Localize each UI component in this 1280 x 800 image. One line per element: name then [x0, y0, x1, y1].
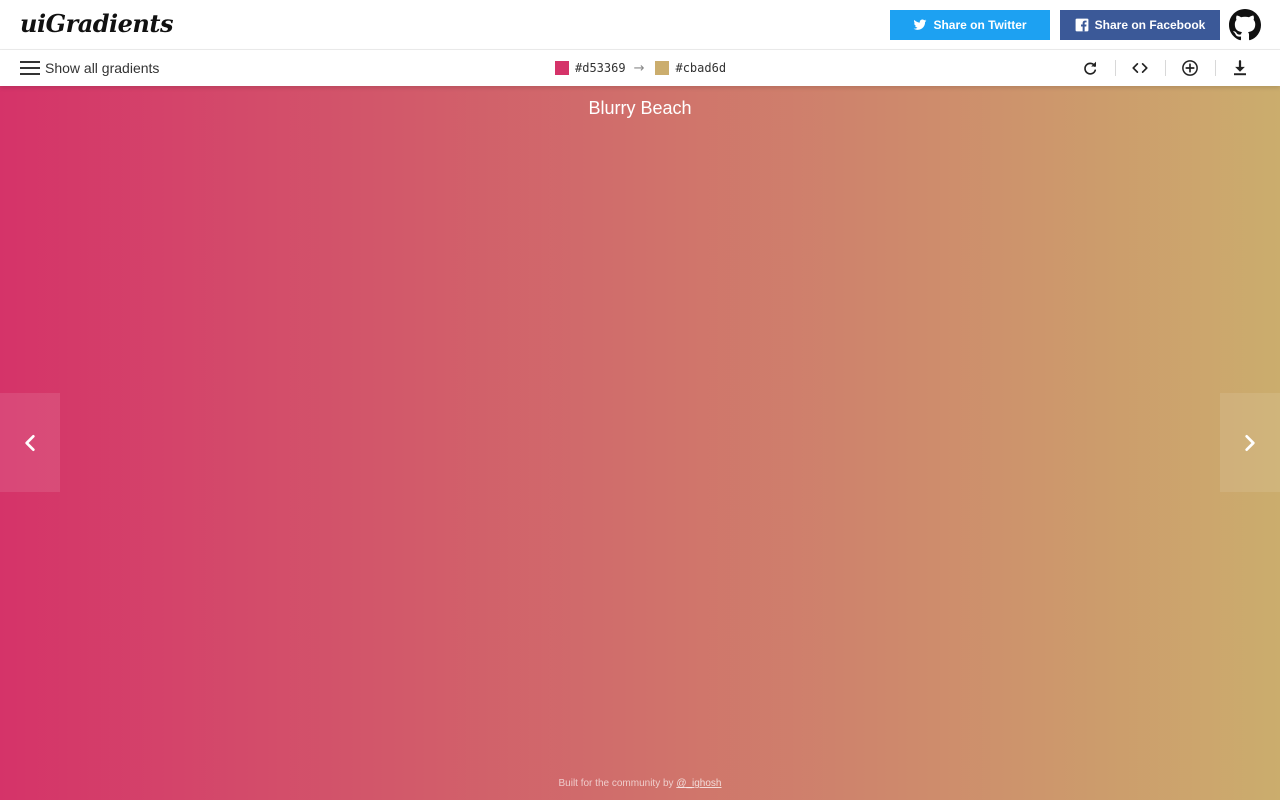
menu-icon — [20, 60, 40, 76]
gradient-colors: #d53369 → #cbad6d — [555, 50, 726, 86]
share-twitter-label: Share on Twitter — [933, 18, 1027, 32]
show-all-gradients-button[interactable]: Show all gradients — [20, 50, 159, 86]
twitter-icon — [914, 19, 927, 30]
chevron-left-icon — [25, 434, 35, 451]
download-icon[interactable] — [1228, 56, 1252, 80]
color-swatch-from — [555, 61, 569, 75]
chevron-right-icon — [1245, 434, 1255, 451]
facebook-icon — [1075, 18, 1089, 32]
toolbar-divider — [1165, 60, 1166, 76]
share-facebook-label: Share on Facebook — [1094, 18, 1206, 32]
arrow-right-icon: → — [633, 60, 645, 76]
footer-text: Built for the community by — [558, 778, 674, 789]
toolbar-divider — [1215, 60, 1216, 76]
rotate-icon[interactable] — [1078, 56, 1102, 80]
github-icon[interactable] — [1229, 9, 1261, 41]
header: uiGradients Share on Twitter Share on Fa… — [0, 0, 1280, 50]
toolbar: Show all gradients #d53369 → #cbad6d — [0, 50, 1280, 86]
toolbar-divider — [1115, 60, 1116, 76]
color-hex-to[interactable]: #cbad6d — [675, 61, 726, 75]
color-swatch-to — [655, 61, 670, 75]
share-facebook-button[interactable]: Share on Facebook — [1060, 10, 1220, 40]
code-icon[interactable] — [1128, 56, 1152, 80]
previous-gradient-button[interactable] — [0, 393, 60, 492]
author-link[interactable]: @_ighosh — [676, 778, 721, 789]
next-gradient-button[interactable] — [1220, 393, 1280, 492]
logo[interactable]: uiGradients — [20, 8, 173, 40]
gradient-preview: Blurry Beach Built for the community by … — [0, 86, 1280, 800]
footer: Built for the community by @_ighosh — [0, 778, 1280, 789]
gradient-name: Blurry Beach — [588, 98, 692, 118]
color-hex-from[interactable]: #d53369 — [575, 61, 626, 75]
add-icon[interactable] — [1178, 56, 1202, 80]
share-twitter-button[interactable]: Share on Twitter — [890, 10, 1050, 40]
show-all-gradients-label: Show all gradients — [45, 60, 160, 76]
